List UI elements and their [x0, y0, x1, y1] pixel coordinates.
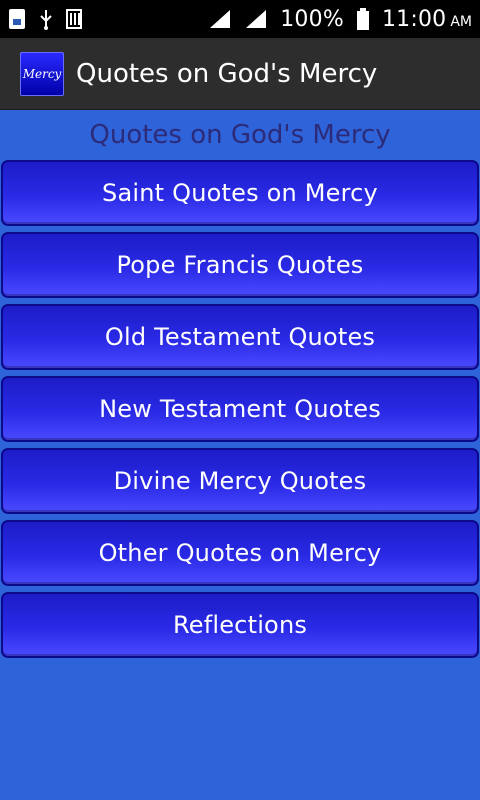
battery-icon: [356, 7, 370, 31]
app-icon[interactable]: Mercy: [20, 51, 64, 96]
usb-icon: [38, 8, 54, 30]
signal-icon-2: [244, 8, 268, 30]
app-icon-label: Mercy: [22, 66, 62, 81]
saint-quotes-button[interactable]: Saint Quotes on Mercy: [1, 160, 479, 226]
old-testament-quotes-button[interactable]: Old Testament Quotes: [1, 304, 479, 370]
divine-mercy-quotes-button[interactable]: Divine Mercy Quotes: [1, 448, 479, 514]
battery-percent: 100%: [280, 6, 344, 32]
action-bar: Mercy Quotes on God's Mercy: [0, 38, 480, 110]
quotes-menu: Saint Quotes on Mercy Pope Francis Quote…: [0, 160, 480, 658]
time-text: 11:00: [381, 6, 447, 32]
pope-francis-quotes-button[interactable]: Pope Francis Quotes: [1, 232, 479, 298]
sim-card-icon: [8, 8, 26, 30]
other-quotes-button[interactable]: Other Quotes on Mercy: [1, 520, 479, 586]
status-bar: 100% 11:00 AM: [0, 0, 480, 38]
status-left-icons: [8, 8, 82, 30]
signal-icon: [208, 8, 232, 30]
storage-icon: [66, 9, 82, 29]
page-title: Quotes on God's Mercy: [89, 120, 391, 150]
reflections-button[interactable]: Reflections: [1, 592, 479, 658]
clock: 11:00 AM: [382, 7, 472, 32]
status-right-icons: 100% 11:00 AM: [208, 7, 472, 32]
main-content: Quotes on God's Mercy Saint Quotes on Me…: [0, 118, 480, 658]
new-testament-quotes-button[interactable]: New Testament Quotes: [1, 376, 479, 442]
action-bar-title: Quotes on God's Mercy: [76, 58, 378, 89]
ampm-text: AM: [450, 13, 472, 30]
